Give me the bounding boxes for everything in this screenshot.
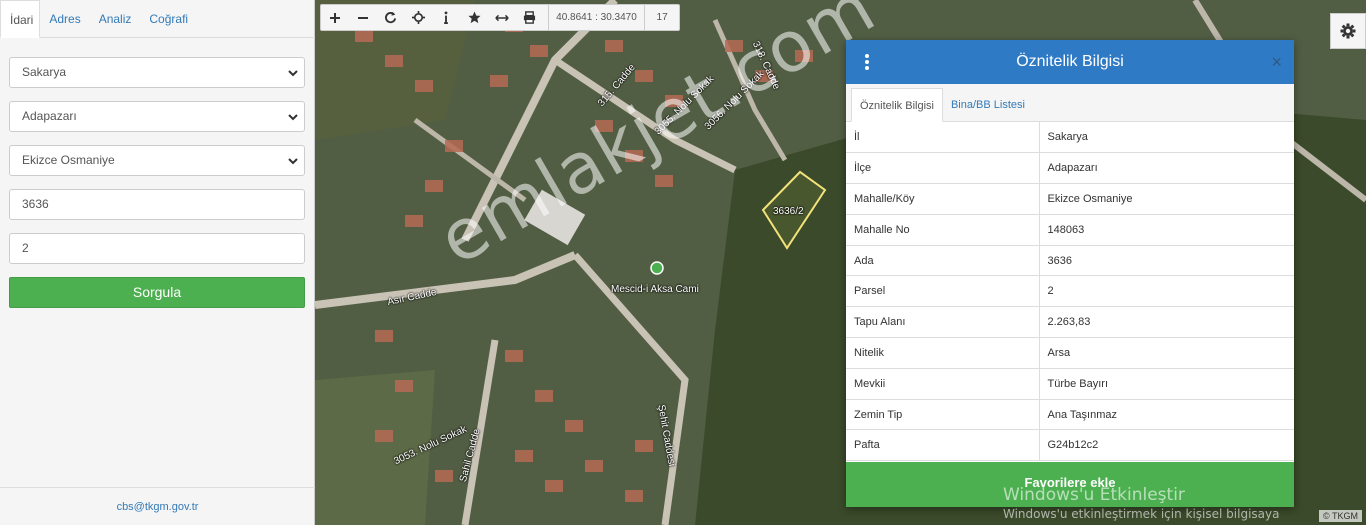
attr-value: Arsa [1039,337,1294,369]
windows-activation-notice: Windows'u Etkinleştir Windows'u etkinleş… [1003,485,1279,521]
tab-bina-listesi[interactable]: Bina/BB Listesi [943,88,1033,122]
attr-key: İlçe [846,152,1040,185]
mahalle-select-value: Ekizce Osmaniye [22,153,115,167]
popup-header: Öznitelik Bilgisi × [846,40,1294,84]
table-row: Mevkii Türbe Bayırı [846,368,1294,400]
attribute-table: İl Sakarya İlçe Adapazarı Mahalle/Köy Ekizc… [846,122,1294,462]
gear-icon [1340,23,1356,39]
attr-key: Parsel [846,275,1040,308]
zoom-level: 17 [656,12,668,23]
sidebar-tabs: İdari Adres Analiz Coğrafi [0,0,315,38]
attr-key: Tapu Alanı [846,306,1040,339]
map-toolbar: 40.8641 : 30.3470 17 [320,4,680,31]
mahalle-select[interactable]: Ekizce Osmaniye [9,145,305,176]
activation-subtitle: Windows'u etkinleştirmek için kişisel bi… [1003,507,1280,521]
attr-key: Mevkii [846,368,1040,400]
popup-title: Öznitelik Bilgisi [1016,53,1124,70]
ada-input[interactable]: 3636 [9,189,305,220]
attr-value: 3636 [1039,245,1294,277]
coordinate-readout: 40.8641 : 30.3470 [547,5,646,30]
parcel-label: 3636/2 [773,206,804,217]
table-row: Parsel 2 [846,275,1294,308]
attr-key: Ada [846,245,1040,277]
tab-oznitelik[interactable]: Öznitelik Bilgisi [851,88,943,122]
attr-key: Nitelik [846,337,1040,369]
settings-button[interactable] [1330,13,1366,49]
table-row: Ada 3636 [846,245,1294,277]
tab-cografi[interactable]: Coğrafi [140,0,197,38]
sidebar: İdari Adres Analiz Coğrafi Sakarya Adapa… [0,0,315,525]
ilce-select[interactable]: Adapazarı [9,101,305,132]
activation-title: Windows'u Etkinleştir [1003,485,1185,505]
table-row: Nitelik Arsa [846,337,1294,369]
tab-adres[interactable]: Adres [40,0,89,38]
app-root: İdari Adres Analiz Coğrafi Sakarya Adapa… [0,0,1366,525]
parsel-input[interactable]: 2 [9,233,305,264]
zoom-out-icon[interactable] [349,5,377,30]
refresh-icon[interactable] [377,5,405,30]
attr-key: Pafta [846,429,1040,462]
table-row: Tapu Alanı 2.263,83 [846,306,1294,339]
table-row: İlçe Adapazarı [846,152,1294,185]
tab-idari[interactable]: İdari [0,0,41,38]
map-attribution: © TKGM [1319,510,1362,522]
attr-key: Mahalle No [846,214,1040,246]
table-row: Zemin Tip Ana Taşınmaz [846,399,1294,431]
attr-key: İl [846,122,1040,154]
measure-icon[interactable] [488,5,516,30]
close-icon[interactable]: × [1271,52,1282,72]
attr-value: G24b12c2 [1039,429,1294,462]
attr-key: Mahalle/Köy [846,183,1040,215]
table-row: Pafta G24b12c2 [846,429,1294,462]
query-button[interactable]: Sorgula [9,277,305,308]
zoom-in-icon[interactable] [321,5,349,30]
attr-value: Türbe Bayırı [1039,368,1294,400]
attribution-text: © TKGM [1323,511,1358,521]
attr-value: Ana Taşınmaz [1039,399,1294,431]
attr-value: Adapazarı [1039,152,1294,185]
attr-value: Sakarya [1039,122,1294,154]
attribute-popup: Öznitelik Bilgisi × Öznitelik Bilgisi Bi… [846,40,1294,507]
ilce-select-value: Adapazarı [22,109,77,123]
il-select[interactable]: Sakarya [9,57,305,88]
attr-value: 2.263,83 [1039,306,1294,339]
il-select-value: Sakarya [22,65,67,79]
attr-value: 148063 [1039,214,1294,246]
table-row: Mahalle No 148063 [846,214,1294,246]
locate-icon[interactable] [405,5,433,30]
chevron-down-icon [288,158,298,165]
favorite-icon[interactable] [460,5,488,30]
poi-label: Mescid-i Aksa Cami [611,284,699,295]
chevron-down-icon [288,70,298,77]
table-row: İl Sakarya [846,122,1294,154]
print-icon[interactable] [516,5,544,30]
attr-key: Zemin Tip [846,399,1040,431]
footer-email-link[interactable]: cbs@tkgm.gov.tr [0,487,315,525]
tab-analiz[interactable]: Analiz [90,0,141,38]
chevron-down-icon [288,114,298,121]
info-icon[interactable] [432,5,460,30]
attr-value: Ekizce Osmaniye [1039,183,1294,215]
popup-tabs: Öznitelik Bilgisi Bina/BB Listesi [846,84,1294,122]
table-row: Mahalle/Köy Ekizce Osmaniye [846,183,1294,215]
attr-value: 2 [1039,275,1294,308]
